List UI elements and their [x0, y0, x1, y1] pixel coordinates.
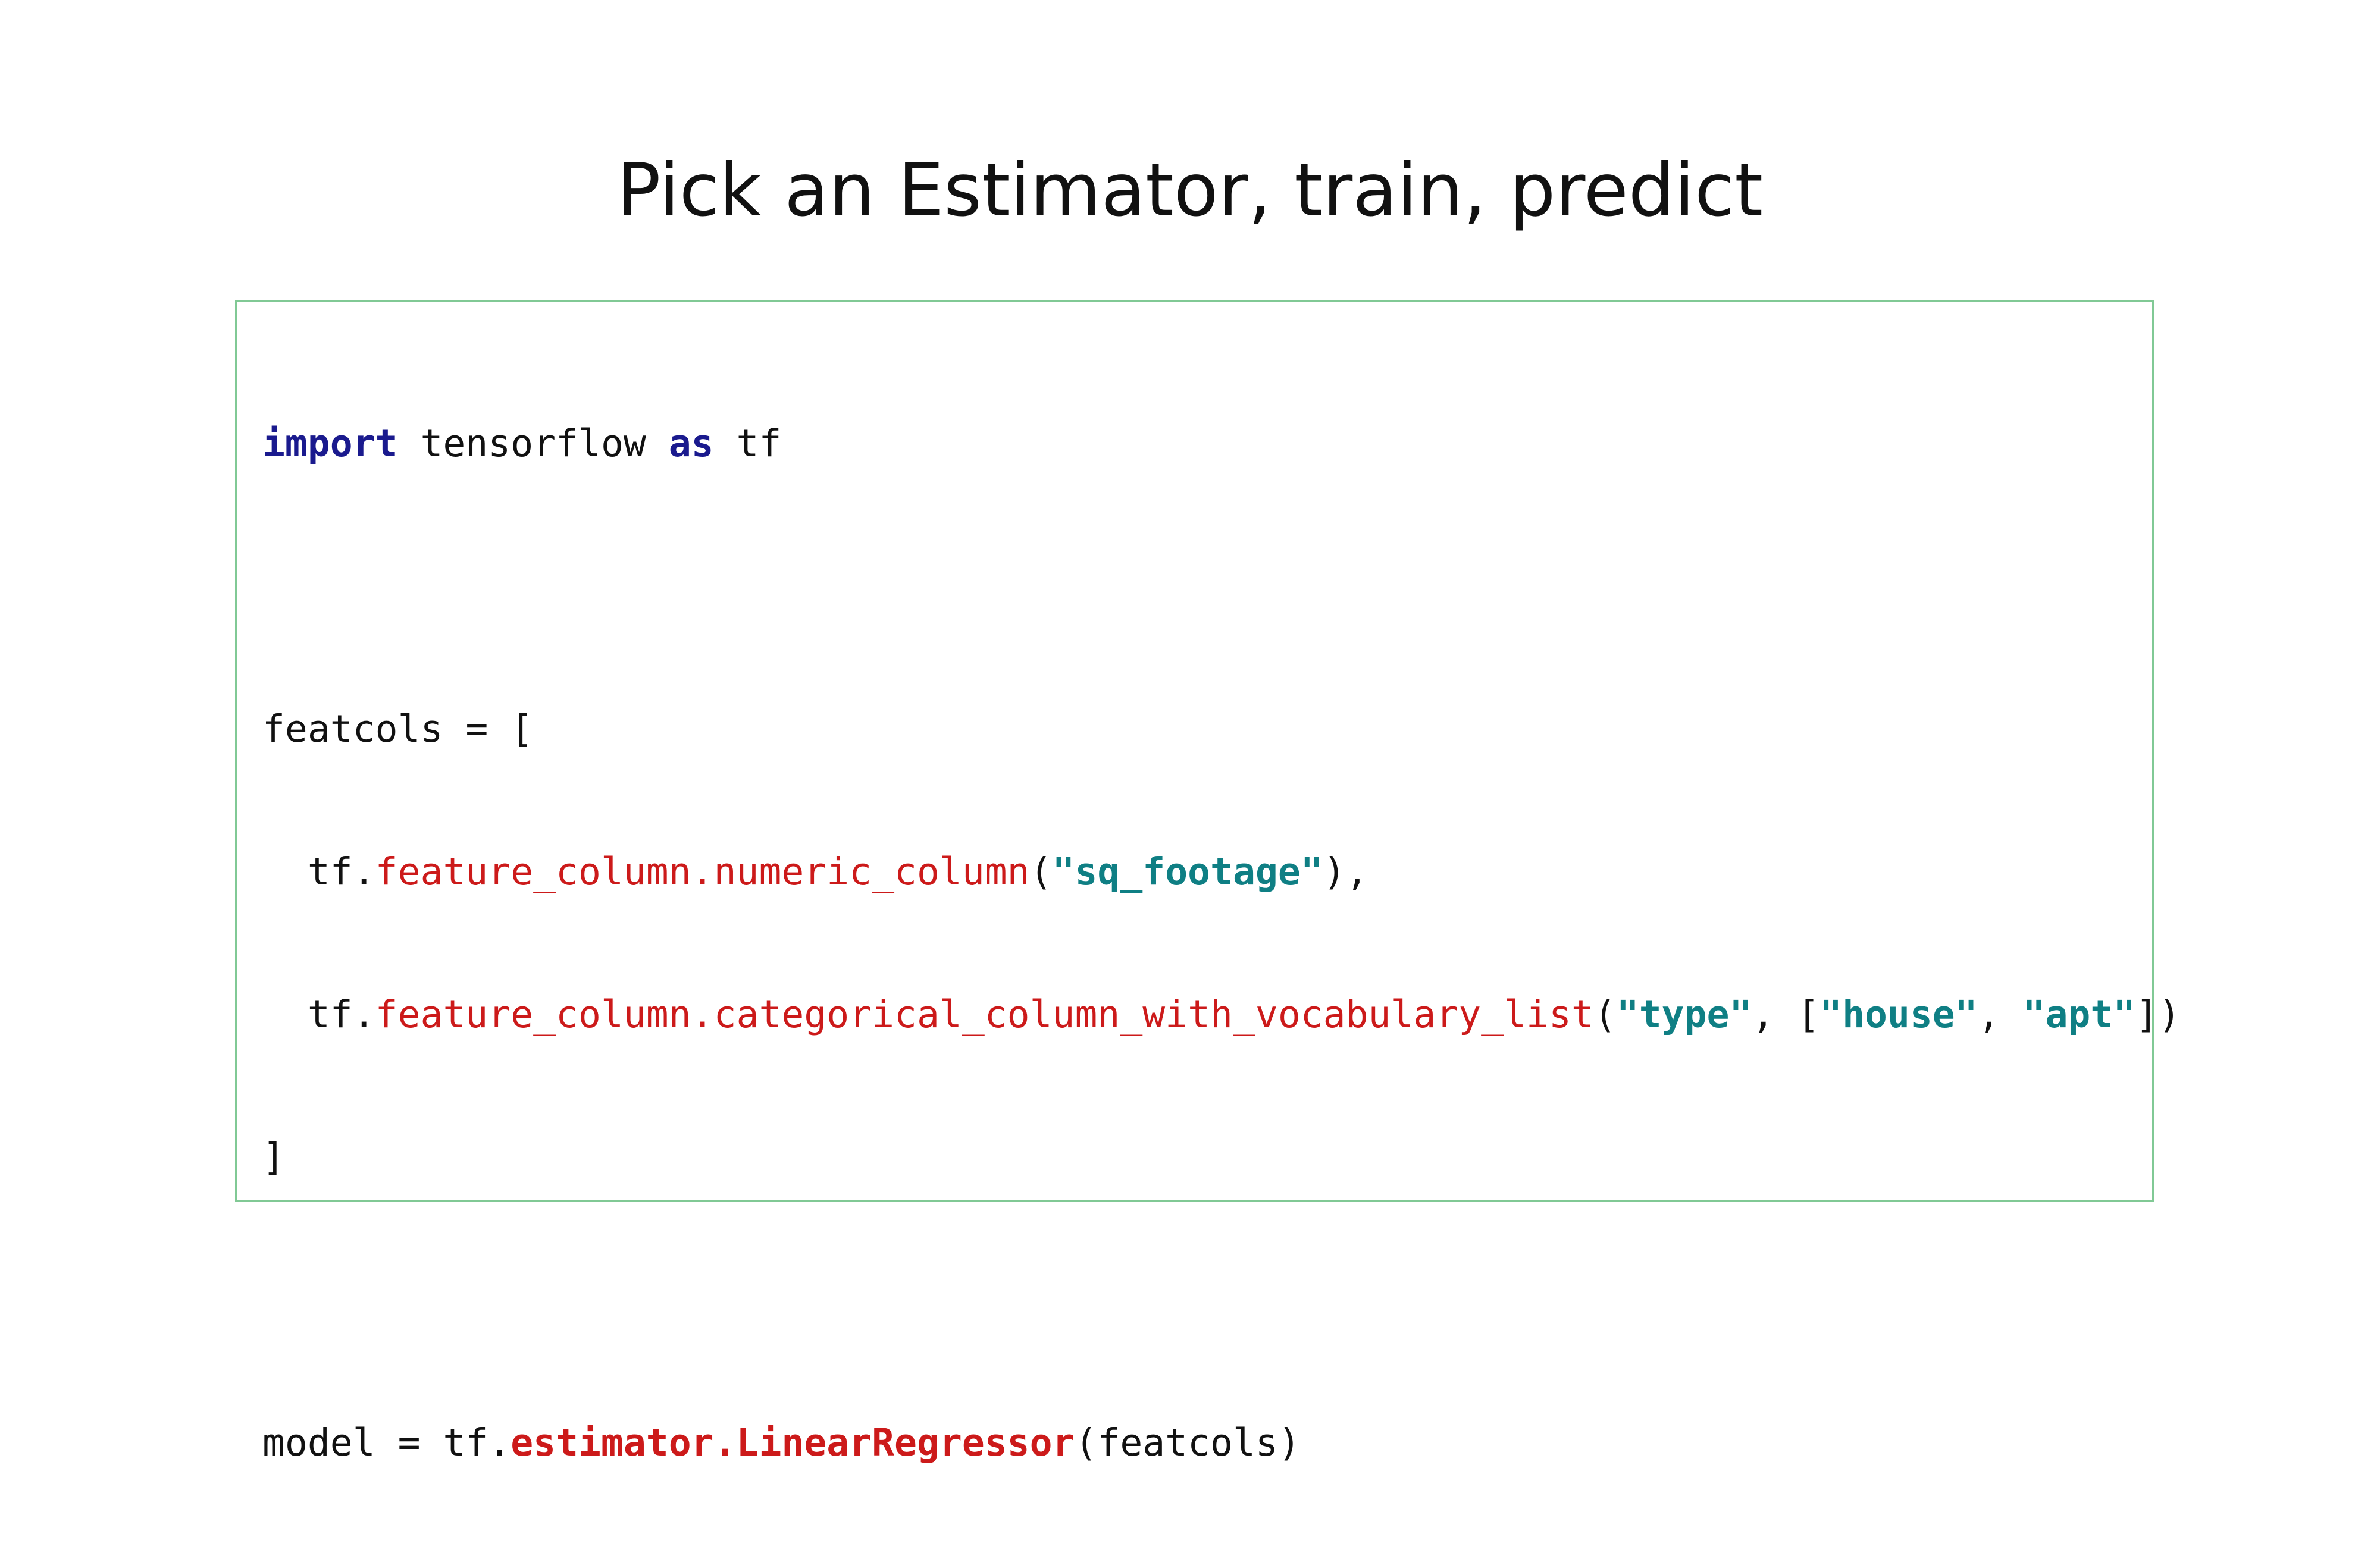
model-args: (featcols): [1075, 1421, 1301, 1464]
separator: , [: [1752, 993, 1820, 1036]
featcols-assignment: featcols = [: [262, 707, 534, 751]
paren-close: ]): [2135, 993, 2181, 1036]
module-name: tensorflow: [397, 422, 669, 465]
code-line-numeric-column: tf.feature_column.numeric_column("sq_foo…: [262, 848, 2181, 896]
tf-prefix: tf.: [262, 850, 375, 893]
categorical-column-call: feature_column.categorical_column_with_v…: [375, 993, 1594, 1036]
bracket-close: ]: [262, 1136, 285, 1179]
numeric-column-call: feature_column.numeric_column: [375, 850, 1030, 893]
slide-title: Pick an Estimator, train, predict: [616, 148, 1764, 233]
code-line-categorical-column: tf.feature_column.categorical_column_wit…: [262, 991, 2181, 1039]
code-line-model: model = tf.estimator.LinearRegressor(fea…: [262, 1419, 2181, 1467]
keyword-as: as: [668, 422, 714, 465]
paren-open: (: [1593, 993, 1617, 1036]
code-line-featcols-open: featcols = [: [262, 705, 2181, 753]
code-line-import: import tensorflow as tf: [262, 420, 2181, 468]
separator: ,: [1977, 993, 2023, 1036]
string-house: "house": [1820, 993, 1978, 1036]
string-apt: "apt": [2022, 993, 2136, 1036]
code-listing: import tensorflow as tf featcols = [ tf.…: [262, 325, 2181, 1562]
string-type: "type": [1616, 993, 1752, 1036]
paren-open: (: [1029, 850, 1053, 893]
code-block: import tensorflow as tf featcols = [ tf.…: [235, 300, 2181, 1464]
linear-regressor-call: estimator.LinearRegressor: [511, 1421, 1075, 1464]
model-assignment: model = tf.: [262, 1421, 511, 1464]
keyword-import: import: [262, 422, 398, 465]
module-alias: tf: [713, 422, 782, 465]
string-sq-footage: "sq_footage": [1052, 850, 1323, 893]
paren-close: ),: [1323, 850, 1368, 893]
code-line-featcols-close: ]: [262, 1134, 2181, 1181]
tf-prefix: tf.: [262, 993, 375, 1036]
